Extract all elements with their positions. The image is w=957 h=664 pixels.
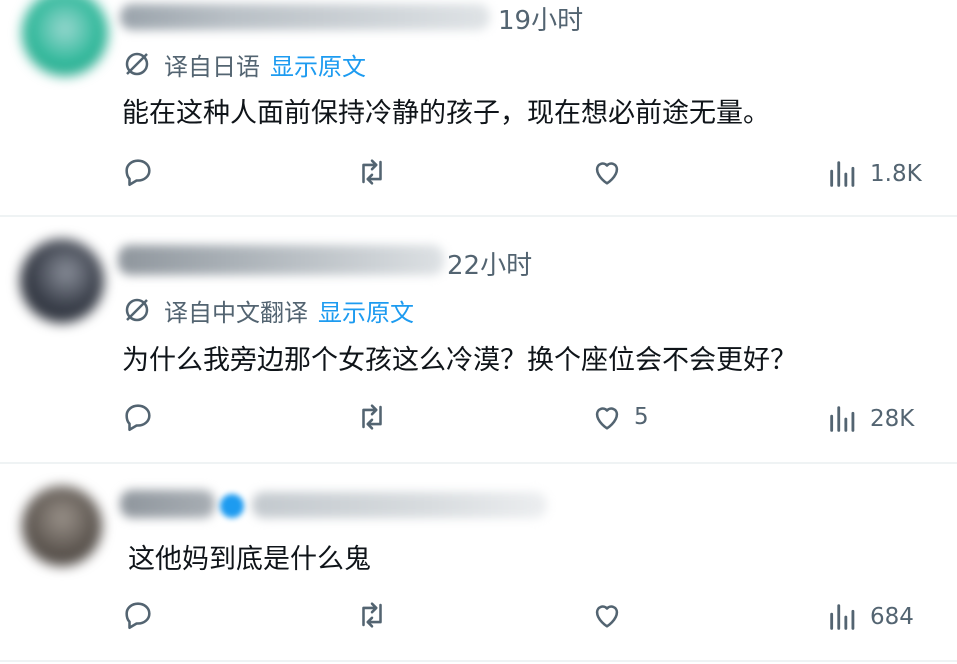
avatar[interactable]: [22, 486, 102, 566]
like-button[interactable]: [590, 598, 624, 632]
translation-label: 译自中文翻译: [164, 298, 308, 327]
translation-notice: 译自中文翻译 显示原文: [122, 293, 414, 327]
like-count: 5: [634, 404, 649, 430]
author-name-blurred[interactable]: [118, 245, 444, 275]
reply-button[interactable]: [121, 598, 155, 632]
views-icon: [830, 406, 855, 432]
author-handle-blurred[interactable]: [252, 492, 547, 518]
like-button[interactable]: 5: [590, 400, 649, 434]
views-button[interactable]: 684: [826, 600, 914, 634]
reply-icon: [125, 602, 151, 630]
retweet-button[interactable]: [355, 598, 389, 632]
verified-badge-icon: [220, 494, 244, 518]
tweet-timestamp[interactable]: 22小时: [447, 245, 532, 282]
translation-notice: 译自日语 显示原文: [122, 47, 366, 81]
tweet-text: 这他妈到底是什么鬼: [128, 544, 371, 575]
views-count: 1.8K: [870, 161, 922, 187]
like-icon: [595, 162, 619, 185]
tweet-3[interactable]: 这他妈到底是什么鬼 684: [0, 464, 957, 664]
divider: [0, 660, 957, 662]
reply-button[interactable]: [121, 155, 155, 189]
retweet-icon: [362, 404, 382, 430]
tweet-2[interactable]: 22小时 译自中文翻译 显示原文 为什么我旁边那个女孩这么冷漠？换个座位会不会更…: [0, 217, 957, 462]
retweet-icon: [362, 159, 382, 185]
avatar[interactable]: [20, 239, 104, 323]
tweet-timestamp[interactable]: 19小时: [498, 0, 583, 37]
tweet-text: 能在这种人面前保持冷静的孩子，现在想必前途无量。: [122, 98, 770, 129]
reply-icon: [125, 404, 151, 432]
like-icon: [595, 407, 619, 430]
translation-label: 译自日语: [164, 52, 260, 81]
like-icon: [595, 605, 619, 628]
like-button[interactable]: [590, 155, 624, 189]
views-count: 28K: [870, 406, 915, 432]
translate-icon: [125, 52, 149, 76]
views-button[interactable]: 1.8K: [826, 157, 922, 191]
author-name-blurred[interactable]: [120, 4, 490, 30]
views-button[interactable]: 28K: [826, 402, 914, 436]
views-count: 684: [870, 604, 914, 630]
retweet-button[interactable]: [355, 155, 389, 189]
retweet-icon: [362, 602, 382, 628]
retweet-button[interactable]: [355, 400, 389, 434]
reply-icon: [125, 159, 151, 187]
views-icon: [830, 604, 855, 630]
tweet-text: 为什么我旁边那个女孩这么冷漠？换个座位会不会更好？: [122, 345, 797, 376]
tweet-1[interactable]: 19小时 译自日语 显示原文 能在这种人面前保持冷静的孩子，现在想必前途无量。 …: [0, 0, 957, 215]
author-name-blurred[interactable]: [120, 490, 215, 518]
avatar[interactable]: [22, 0, 108, 76]
show-original-link[interactable]: 显示原文: [270, 47, 366, 82]
translate-icon: [125, 298, 149, 322]
show-original-link[interactable]: 显示原文: [318, 293, 414, 328]
reply-button[interactable]: [121, 400, 155, 434]
views-icon: [830, 161, 855, 187]
